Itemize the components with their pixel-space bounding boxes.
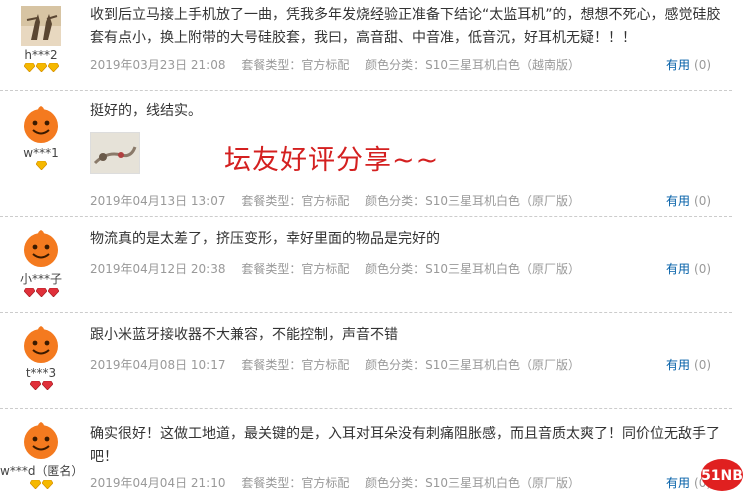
username: t***3 <box>25 366 57 380</box>
red-gem-icon <box>29 381 41 390</box>
svg-text:51NB: 51NB <box>701 468 743 484</box>
useful-button[interactable]: 有用 <box>666 262 690 276</box>
avatar[interactable] <box>21 104 61 144</box>
review-text: 跟小米蓝牙接收器不大兼容，不能控制，声音不错 <box>90 327 398 343</box>
avatar[interactable] <box>21 324 61 364</box>
package-type: 套餐类型：官方标配 <box>241 358 350 372</box>
color-variant: 颜色分类：S10三星耳机白色（原厂版） <box>365 194 581 208</box>
review-date: 2019年03月23日 21:08 <box>90 58 226 72</box>
user-level-badges <box>0 288 82 302</box>
reviewer-info: w***d（匿名） <box>0 420 84 494</box>
reviewer-info: w***1 <box>0 104 82 175</box>
mascot-avatar-icon <box>24 106 58 143</box>
red-gem-icon <box>47 288 59 297</box>
useful-button[interactable]: 有用 <box>666 476 690 490</box>
useful-count: (0) <box>694 358 712 372</box>
review-date: 2019年04月04日 21:10 <box>90 476 226 490</box>
review-date: 2019年04月13日 13:07 <box>90 194 226 208</box>
review-date: 2019年04月12日 20:38 <box>90 262 226 276</box>
avatar[interactable] <box>21 420 61 460</box>
silhouette-photo-icon <box>21 6 61 46</box>
divider <box>0 312 732 313</box>
user-level-badges <box>0 161 82 175</box>
package-type: 套餐类型：官方标配 <box>241 476 350 490</box>
divider <box>0 90 732 91</box>
review-meta: 2019年04月08日 10:17 套餐类型：官方标配 颜色分类：S10三星耳机… <box>90 356 592 373</box>
gold-gem-icon <box>35 161 47 170</box>
gold-gem-icon <box>47 63 59 72</box>
useful-count: (0) <box>694 58 712 72</box>
red-gem-icon <box>23 288 35 297</box>
review-meta: 2019年04月13日 13:07 套餐类型：官方标配 颜色分类：S10三星耳机… <box>90 192 592 209</box>
review-date: 2019年04月08日 10:17 <box>90 358 226 372</box>
username: h***2 <box>24 48 58 62</box>
color-variant: 颜色分类：S10三星耳机白色（越南版） <box>365 58 581 72</box>
reviewer-info: t***3 <box>0 324 82 395</box>
review-text: 确实很好！这做工地道，最关键的是，入耳对耳朵没有刺痛阻胀感，而且音质太爽了！同价… <box>90 426 720 465</box>
logo-icon: 51NB <box>701 459 743 491</box>
gold-gem-icon <box>29 480 41 489</box>
review-photo-thumbnail[interactable] <box>90 132 140 174</box>
user-level-badges <box>0 480 82 494</box>
review-text: 物流真的是太差了，挤压变形，幸好里面的物品是完好的 <box>90 231 440 247</box>
avatar[interactable] <box>21 6 61 46</box>
gold-gem-icon <box>41 480 53 489</box>
useful-vote[interactable]: 有用 (0) <box>666 192 711 209</box>
mascot-avatar-icon <box>24 422 58 459</box>
mascot-avatar-icon <box>24 230 58 267</box>
mascot-avatar-icon <box>24 326 58 363</box>
package-type: 套餐类型：官方标配 <box>241 194 350 208</box>
review-meta: 2019年04月04日 21:10 套餐类型：官方标配 颜色分类：S10三星耳机… <box>90 474 592 491</box>
color-variant: 颜色分类：S10三星耳机白色（原厂版） <box>365 262 581 276</box>
review-meta: 2019年03月23日 21:08 套餐类型：官方标配 颜色分类：S10三星耳机… <box>90 56 592 73</box>
review-text: 挺好的，线结实。 <box>90 103 202 119</box>
useful-button[interactable]: 有用 <box>666 58 690 72</box>
useful-button[interactable]: 有用 <box>666 194 690 208</box>
site-logo-watermark: 51NB <box>700 458 744 492</box>
username: 小***子 <box>19 272 62 286</box>
useful-vote[interactable]: 有用 (0) <box>666 356 711 373</box>
useful-count: (0) <box>694 262 712 276</box>
useful-count: (0) <box>694 194 712 208</box>
earphone-photo-icon <box>91 133 139 173</box>
user-level-badges <box>0 381 82 395</box>
avatar[interactable] <box>21 228 61 268</box>
color-variant: 颜色分类：S10三星耳机白色（原厂版） <box>365 476 581 490</box>
useful-vote[interactable]: 有用 (0) <box>666 56 711 73</box>
package-type: 套餐类型：官方标配 <box>241 262 350 276</box>
user-level-badges <box>0 63 82 77</box>
gold-gem-icon <box>23 63 35 72</box>
red-gem-icon <box>35 288 47 297</box>
review-text: 收到后立马接上手机放了一曲，凭我多年发烧经验正准备下结论“太监耳机”的，想想不死… <box>90 7 721 46</box>
divider <box>0 408 732 409</box>
red-gem-icon <box>41 381 53 390</box>
useful-button[interactable]: 有用 <box>666 358 690 372</box>
gold-gem-icon <box>35 63 47 72</box>
reviewer-info: 小***子 <box>0 228 82 302</box>
color-variant: 颜色分类：S10三星耳机白色（原厂版） <box>365 358 581 372</box>
username: w***1 <box>23 146 59 160</box>
package-type: 套餐类型：官方标配 <box>241 58 350 72</box>
divider <box>0 216 732 217</box>
overlay-caption: 坛友好评分享~~ <box>224 145 440 176</box>
username: w***d（匿名） <box>0 464 84 478</box>
reviewer-info: h***2 <box>0 6 82 77</box>
review-meta: 2019年04月12日 20:38 套餐类型：官方标配 颜色分类：S10三星耳机… <box>90 260 592 277</box>
useful-vote[interactable]: 有用 (0) <box>666 260 711 277</box>
